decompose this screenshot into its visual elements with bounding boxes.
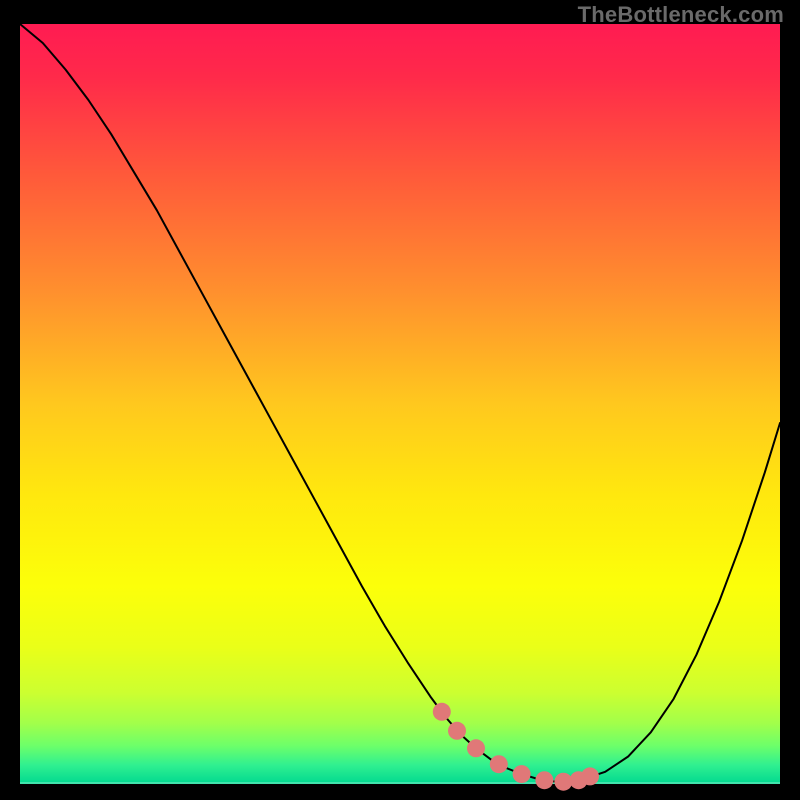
watermark-text: TheBottleneck.com bbox=[578, 2, 784, 28]
chart-container: TheBottleneck.com bbox=[0, 0, 800, 800]
marker-point bbox=[467, 739, 485, 757]
chart-baseline bbox=[20, 782, 780, 784]
marker-point bbox=[581, 767, 599, 785]
marker-point bbox=[433, 703, 451, 721]
marker-point bbox=[554, 773, 572, 791]
marker-point bbox=[535, 771, 553, 789]
chart-background bbox=[20, 24, 780, 784]
marker-point bbox=[490, 755, 508, 773]
marker-point bbox=[448, 722, 466, 740]
marker-point bbox=[513, 765, 531, 783]
bottleneck-chart bbox=[0, 0, 800, 800]
